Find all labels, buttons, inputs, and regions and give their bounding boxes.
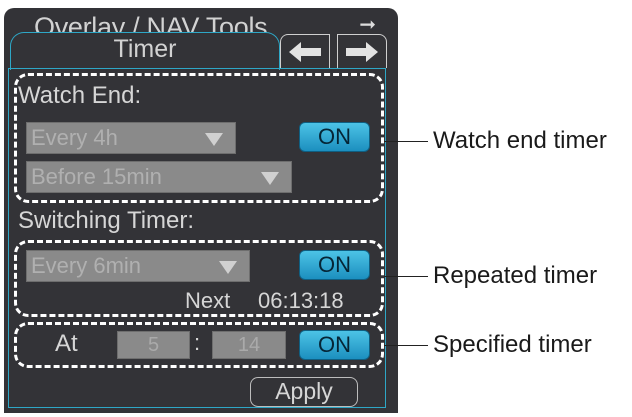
next-tab-button[interactable] <box>337 34 387 68</box>
specified-leader-line <box>384 345 428 346</box>
watch-end-interval-value: Every 4h <box>31 125 118 150</box>
minute-input[interactable]: 14 <box>212 331 286 359</box>
at-label: At <box>55 330 78 357</box>
previous-tab-button[interactable] <box>280 34 330 68</box>
specified-on-button[interactable]: ON <box>299 330 370 360</box>
repeated-callout: Repeated timer <box>433 262 598 289</box>
chevron-down-icon <box>219 261 237 274</box>
specified-callout: Specified timer <box>433 331 592 358</box>
watch-end-callout: Watch end timer <box>433 127 607 154</box>
switching-interval-dropdown[interactable]: Every 6min <box>26 250 250 282</box>
watch-end-heading: Watch End: <box>18 82 142 109</box>
repeated-leader-line <box>384 276 428 277</box>
switching-timer-heading: Switching Timer: <box>18 207 195 234</box>
tab-timer-label: Timer <box>113 35 177 63</box>
hour-input[interactable]: 5 <box>117 331 190 359</box>
watch-end-before-value: Before 15min <box>31 164 162 189</box>
watch-end-interval-dropdown[interactable]: Every 4h <box>26 122 236 154</box>
chevron-down-icon <box>261 172 279 185</box>
watch-end-leader-line <box>384 141 428 142</box>
switching-on-button[interactable]: ON <box>299 250 370 280</box>
chevron-down-icon <box>205 133 223 146</box>
time-separator: : <box>194 330 201 355</box>
watch-end-before-dropdown[interactable]: Before 15min <box>26 161 292 193</box>
right-arrow-icon <box>346 42 378 62</box>
watch-end-on-button[interactable]: ON <box>299 122 370 152</box>
left-arrow-icon <box>289 42 321 62</box>
next-label: Next <box>185 288 231 313</box>
next-time: 06:13:18 <box>258 288 344 313</box>
switching-interval-value: Every 6min <box>31 253 142 278</box>
apply-button[interactable]: Apply <box>250 377 358 407</box>
tab-timer[interactable]: Timer <box>10 32 280 70</box>
